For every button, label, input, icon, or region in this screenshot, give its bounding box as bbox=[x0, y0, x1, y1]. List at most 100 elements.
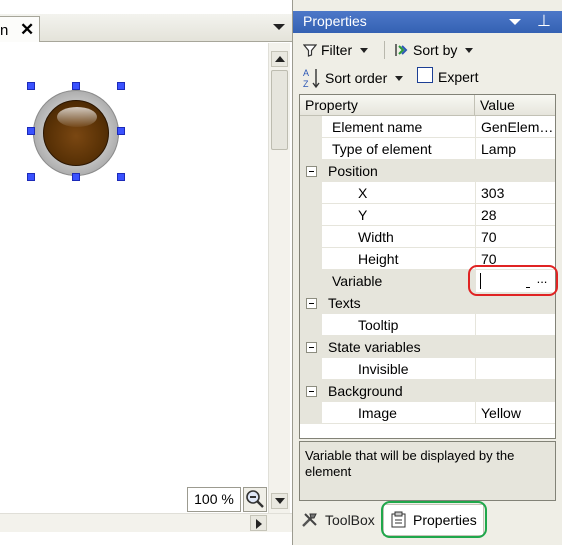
property-description: Variable that will be displayed by the e… bbox=[299, 441, 556, 501]
close-icon[interactable]: ✕ bbox=[20, 20, 34, 40]
row-gutter bbox=[300, 226, 322, 248]
lamp-bulb bbox=[43, 100, 109, 166]
resize-handle[interactable] bbox=[72, 173, 80, 181]
property-value[interactable]: Yellow bbox=[475, 402, 555, 424]
property-name: Variable bbox=[332, 273, 383, 289]
category-name: Background bbox=[328, 383, 403, 399]
lamp-element[interactable] bbox=[33, 90, 119, 176]
row-gutter bbox=[300, 270, 322, 292]
svg-text:Z: Z bbox=[303, 79, 309, 89]
property-name: Element name bbox=[332, 119, 423, 135]
variable-highlight-annotation bbox=[468, 265, 558, 296]
toolbox-icon bbox=[302, 513, 317, 527]
filter-button[interactable]: Filter bbox=[303, 39, 369, 61]
svg-text:A: A bbox=[303, 68, 309, 78]
resize-handle[interactable] bbox=[117, 82, 125, 90]
document-tab-label: n bbox=[0, 22, 9, 39]
category-name: State variables bbox=[328, 339, 421, 355]
properties-toolbar-top: Filter Sort by bbox=[293, 35, 562, 63]
scroll-right-button[interactable] bbox=[250, 515, 267, 531]
document-tab-bar: n ✕ bbox=[0, 14, 292, 42]
sort-by-icon bbox=[395, 44, 408, 56]
properties-tab-highlight-annotation bbox=[381, 501, 487, 538]
property-value[interactable] bbox=[475, 358, 555, 380]
scroll-thumb[interactable] bbox=[271, 70, 288, 150]
panel-title: Properties bbox=[303, 13, 367, 29]
chevron-down-icon bbox=[395, 75, 404, 81]
property-row-tooltip[interactable]: Tooltip bbox=[300, 314, 555, 336]
category-row-state-variables[interactable]: State variables bbox=[300, 336, 555, 358]
lamp-reflection bbox=[57, 107, 97, 127]
resize-handle[interactable] bbox=[117, 173, 125, 181]
horizontal-scrollbar[interactable] bbox=[0, 513, 292, 532]
category-row-background[interactable]: Background bbox=[300, 380, 555, 402]
collapse-icon[interactable] bbox=[306, 386, 317, 397]
property-row-width[interactable]: Width 70 bbox=[300, 226, 555, 248]
row-gutter bbox=[300, 204, 322, 226]
property-row-type-of-element[interactable]: Type of element Lamp bbox=[300, 138, 555, 160]
sort-order-button[interactable]: A Z Sort order bbox=[303, 67, 404, 89]
property-name: Width bbox=[358, 229, 394, 245]
row-gutter bbox=[300, 314, 322, 336]
sort-order-label: Sort order bbox=[325, 70, 388, 86]
sort-by-button[interactable]: Sort by bbox=[393, 39, 474, 61]
resize-handle[interactable] bbox=[27, 173, 35, 181]
property-row-x[interactable]: X 303 bbox=[300, 182, 555, 204]
scroll-down-button[interactable] bbox=[271, 493, 288, 509]
property-value[interactable]: 303 bbox=[475, 182, 555, 204]
category-row-position[interactable]: Position bbox=[300, 160, 555, 182]
row-gutter bbox=[300, 248, 322, 270]
property-row-y[interactable]: Y 28 bbox=[300, 204, 555, 226]
property-value[interactable]: 70 bbox=[475, 226, 555, 248]
collapse-icon[interactable] bbox=[306, 298, 317, 309]
category-name: Position bbox=[328, 163, 378, 179]
row-gutter bbox=[300, 116, 322, 138]
category-name: Texts bbox=[328, 295, 361, 311]
properties-toolbar-bottom: A Z Sort order Expert bbox=[293, 64, 562, 92]
pin-icon[interactable]: ⊥ bbox=[537, 11, 551, 31]
zoom-icon[interactable] bbox=[243, 487, 267, 512]
scroll-up-button[interactable] bbox=[271, 51, 288, 67]
property-name: Invisible bbox=[358, 361, 409, 377]
expert-checkbox[interactable] bbox=[417, 67, 433, 83]
row-gutter bbox=[300, 402, 322, 424]
resize-handle[interactable] bbox=[27, 82, 35, 90]
collapse-icon[interactable] bbox=[306, 166, 317, 177]
property-name: Tooltip bbox=[358, 317, 399, 333]
document-tab[interactable]: n ✕ bbox=[0, 16, 40, 42]
row-gutter bbox=[300, 138, 322, 160]
filter-icon bbox=[303, 44, 317, 57]
panel-title-bar: Properties ⊥ bbox=[293, 11, 562, 33]
expert-label: Expert bbox=[438, 69, 479, 85]
property-value[interactable]: GenElem… bbox=[475, 116, 555, 138]
toolbar-separator bbox=[384, 41, 385, 59]
property-name: Height bbox=[358, 251, 399, 267]
tab-list-dropdown-icon[interactable] bbox=[272, 20, 286, 34]
property-name: Y bbox=[358, 207, 368, 223]
editor-area: n ✕ 100 % bbox=[0, 0, 292, 545]
resize-handle[interactable] bbox=[117, 127, 125, 135]
property-value[interactable]: 28 bbox=[475, 204, 555, 226]
property-row-invisible[interactable]: Invisible bbox=[300, 358, 555, 380]
panel-menu-dropdown-icon[interactable] bbox=[509, 18, 521, 26]
row-gutter bbox=[300, 182, 322, 204]
tab-toolbox-label: ToolBox bbox=[325, 512, 375, 528]
column-header-value[interactable]: Value bbox=[475, 95, 555, 116]
property-name: X bbox=[358, 185, 368, 201]
resize-handle[interactable] bbox=[72, 82, 80, 90]
property-name: Type of element bbox=[332, 141, 432, 157]
property-value[interactable]: Lamp bbox=[475, 138, 555, 160]
tab-toolbox[interactable]: ToolBox bbox=[301, 509, 375, 531]
property-name: Image bbox=[358, 405, 397, 421]
property-row-image[interactable]: Image Yellow bbox=[300, 402, 555, 424]
property-row-element-name[interactable]: Element name GenElem… bbox=[300, 116, 555, 138]
chevron-down-icon bbox=[465, 47, 474, 53]
row-gutter bbox=[300, 358, 322, 380]
resize-handle[interactable] bbox=[27, 127, 35, 135]
property-value[interactable] bbox=[475, 314, 555, 336]
column-header-property[interactable]: Property bbox=[300, 95, 475, 116]
collapse-icon[interactable] bbox=[306, 342, 317, 353]
vertical-scrollbar[interactable] bbox=[268, 43, 290, 513]
zoom-level-field[interactable]: 100 % bbox=[187, 487, 241, 512]
chevron-down-icon bbox=[360, 47, 369, 53]
